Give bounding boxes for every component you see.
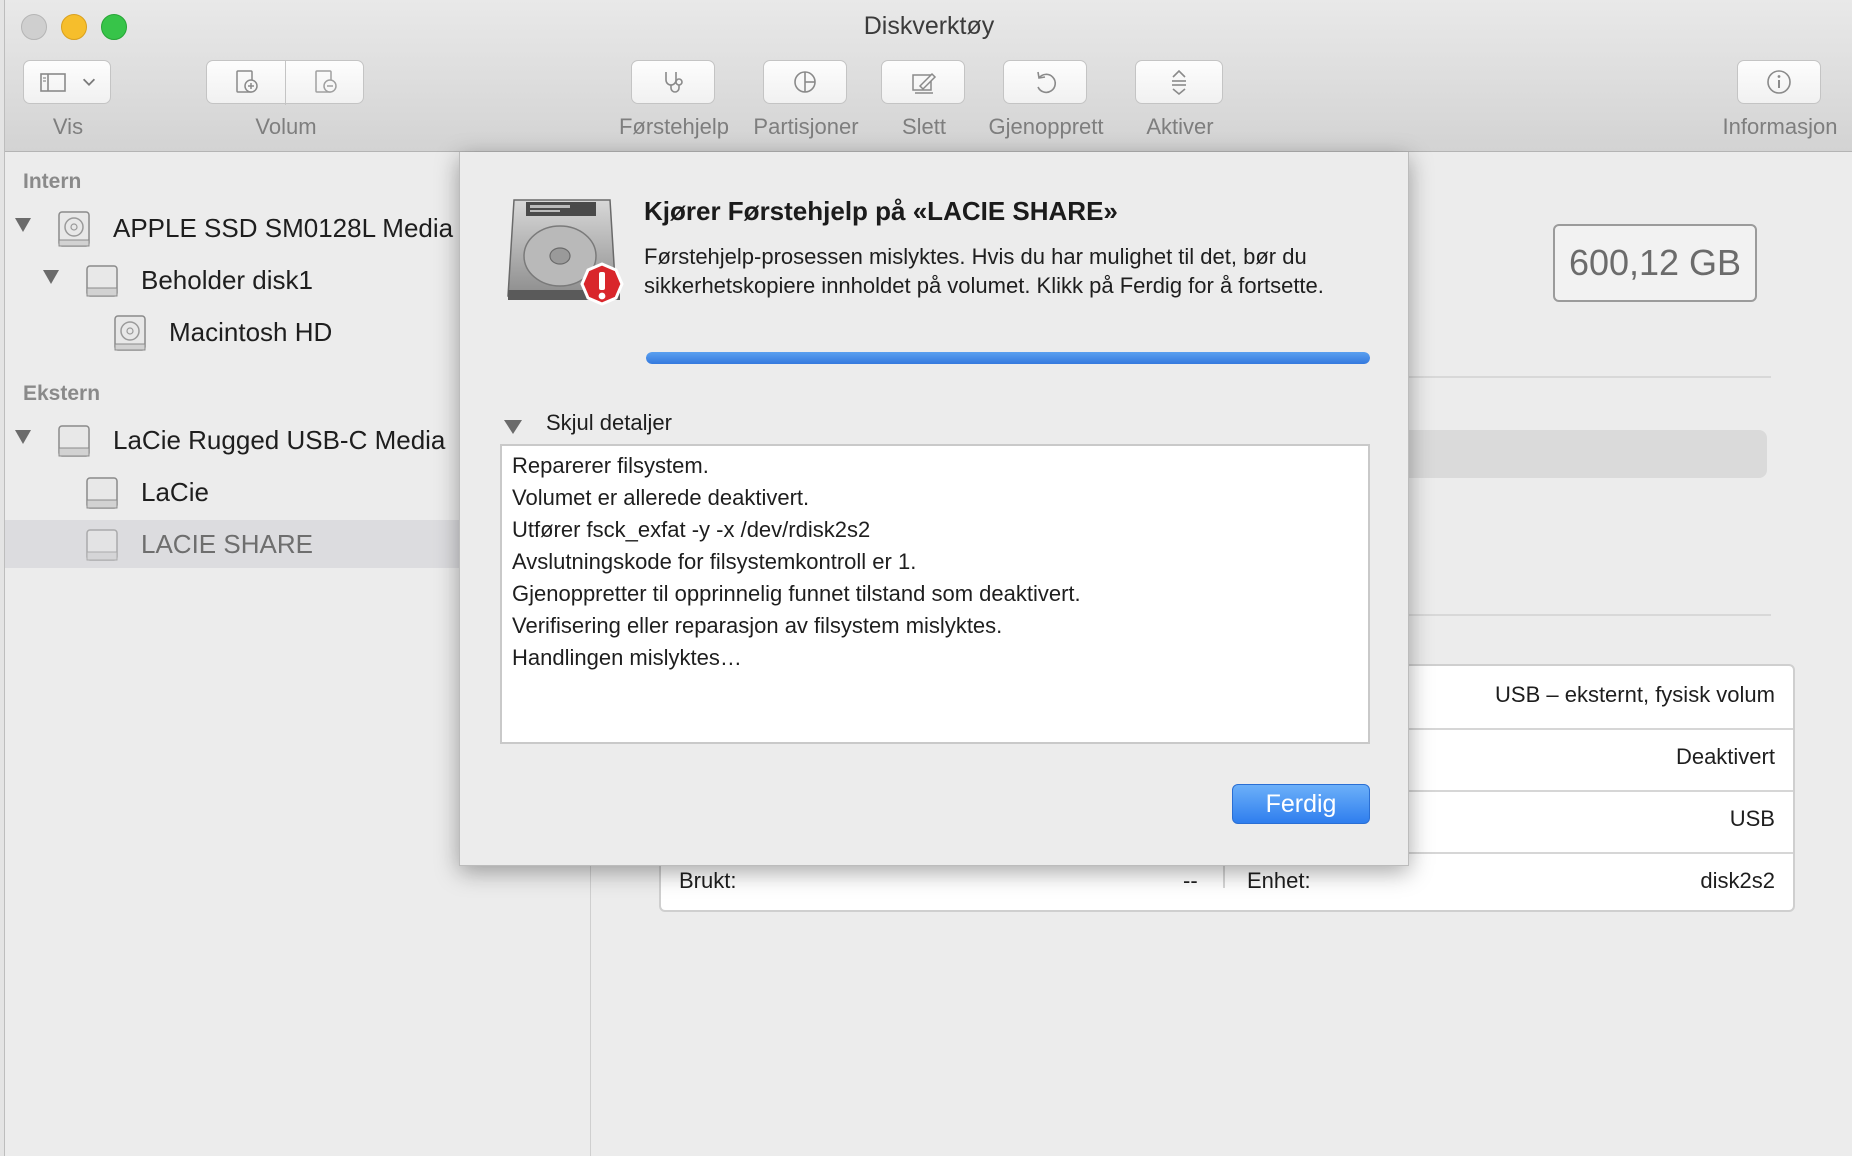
stethoscope-icon <box>665 72 683 93</box>
sidebar-item-label: LaCie <box>141 477 209 507</box>
mount-group <box>1135 60 1225 106</box>
disk-utility-window: Diskverktøy Vis Volum Førstehjelp Partis… <box>4 0 1852 1156</box>
first-aid-sheet: Kjører Førstehjelp på «LACIE SHARE» Førs… <box>459 152 1409 866</box>
info-value: disk2s2 <box>1700 868 1775 893</box>
sidebar-item-label: Beholder disk1 <box>141 265 313 295</box>
log-line: Verifisering eller reparasjon av filsyst… <box>512 613 1003 638</box>
progress-bar <box>646 352 1370 364</box>
log-line: Volumet er allerede deaktivert. <box>512 485 810 510</box>
external-drive-icon <box>86 477 118 509</box>
toolbar: Diskverktøy Vis Volum Førstehjelp Partis… <box>5 0 1852 152</box>
remove-volume-icon <box>315 70 337 93</box>
restore-icon <box>1037 71 1057 94</box>
divider <box>1391 614 1771 616</box>
first-aid-button[interactable] <box>631 60 715 104</box>
info-value: -- <box>1183 868 1198 893</box>
internal-drive-icon <box>114 315 146 351</box>
progress-fill <box>646 352 1370 364</box>
add-volume-button[interactable] <box>207 61 285 103</box>
mount-label: Aktiver <box>1146 114 1214 139</box>
sidebar-item-label: LACIE SHARE <box>141 529 313 559</box>
info-button[interactable] <box>1737 60 1821 104</box>
info-icon <box>1767 70 1791 94</box>
external-drive-icon <box>58 425 90 457</box>
info-label: Brukt: <box>679 868 737 893</box>
sidebar-section-internal: Intern <box>23 170 82 193</box>
chevron-down-icon <box>82 78 96 86</box>
erase-label: Slett <box>901 114 947 139</box>
sheet-title: Kjører Førstehjelp på «LACIE SHARE» <box>644 196 1118 226</box>
view-button[interactable] <box>23 60 111 104</box>
log-line: Reparerer filsystem. <box>512 453 709 478</box>
capacity-badge: 600,12 GB <box>1553 224 1757 302</box>
restore-label: Gjenopprett <box>988 114 1104 139</box>
external-drive-icon <box>86 529 118 561</box>
internal-drive-icon <box>58 211 90 247</box>
disclosure-triangle-icon[interactable] <box>43 270 59 284</box>
hard-drive-alert-icon <box>507 199 624 306</box>
volume-label: Volum <box>255 114 317 139</box>
log-line: Gjenoppretter til opprinnelig funnet til… <box>512 581 1081 606</box>
volume-segmented <box>206 60 364 105</box>
disclosure-triangle-icon[interactable] <box>15 430 31 444</box>
log-line: Avslutningskode for filsystemkontroll er… <box>512 549 917 574</box>
erase-icon <box>912 72 937 94</box>
info-label: Informasjon <box>1722 114 1838 139</box>
sidebar-section-external: Ekstern <box>23 382 101 405</box>
container-drive-icon <box>86 265 118 297</box>
mount-button[interactable] <box>1135 60 1223 104</box>
details-log[interactable]: Reparerer filsystem. Volumet er allerede … <box>500 444 1370 744</box>
partition-button[interactable] <box>763 60 847 104</box>
window-title: Diskverktøy <box>863 12 995 40</box>
sidebar-item-label: LaCie Rugged USB-C Media <box>113 425 446 455</box>
sheet-message: Førstehjelp-prosessen mislyktes. Hvis du… <box>644 244 1324 298</box>
disclosure-triangle-icon[interactable] <box>15 218 31 232</box>
divider <box>1391 376 1771 378</box>
view-label: Vis <box>52 114 84 139</box>
firstaid-group <box>631 60 717 106</box>
view-group <box>23 60 113 106</box>
sidebar-item-label: Macintosh HD <box>169 317 333 347</box>
partition-group <box>763 60 849 106</box>
add-volume-icon <box>236 70 258 93</box>
first-aid-label: Førstehjelp <box>618 114 730 139</box>
done-button[interactable]: Ferdig <box>1232 784 1370 824</box>
info-value: USB – eksternt, fysisk volum <box>1495 682 1775 707</box>
mount-icon <box>1172 69 1186 96</box>
remove-volume-button[interactable] <box>286 61 364 103</box>
erase-button[interactable] <box>881 60 965 104</box>
details-toggle-label: Skjul detaljer <box>546 410 672 435</box>
restore-group <box>1003 60 1089 106</box>
disclosure-triangle-icon[interactable] <box>504 420 522 434</box>
info-label: Enhet: <box>1247 868 1311 893</box>
restore-button[interactable] <box>1003 60 1087 104</box>
info-value: USB <box>1729 806 1775 831</box>
info-value: Deaktivert <box>1675 744 1775 769</box>
partition-label: Partisjoner <box>753 114 859 139</box>
info-group <box>1737 60 1823 106</box>
erase-group <box>881 60 967 106</box>
sidebar-icon <box>40 73 66 92</box>
log-line: Utfører fsck_exfat -y -x /dev/rdisk2s2 <box>512 517 871 542</box>
log-line: Handlingen mislyktes… <box>512 645 742 670</box>
volume-group <box>206 60 366 106</box>
pie-icon <box>794 71 816 93</box>
usage-bar <box>1391 430 1767 478</box>
sidebar-item-label: APPLE SSD SM0128L Media <box>113 213 454 243</box>
